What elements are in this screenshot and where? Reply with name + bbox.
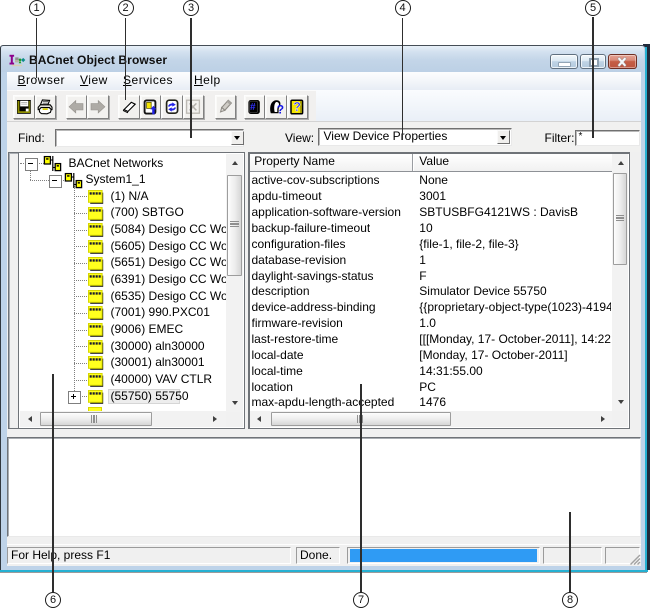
svg-text:?: ? [293, 100, 301, 114]
svg-text:#: # [250, 102, 256, 113]
svg-text:?: ? [276, 102, 283, 115]
